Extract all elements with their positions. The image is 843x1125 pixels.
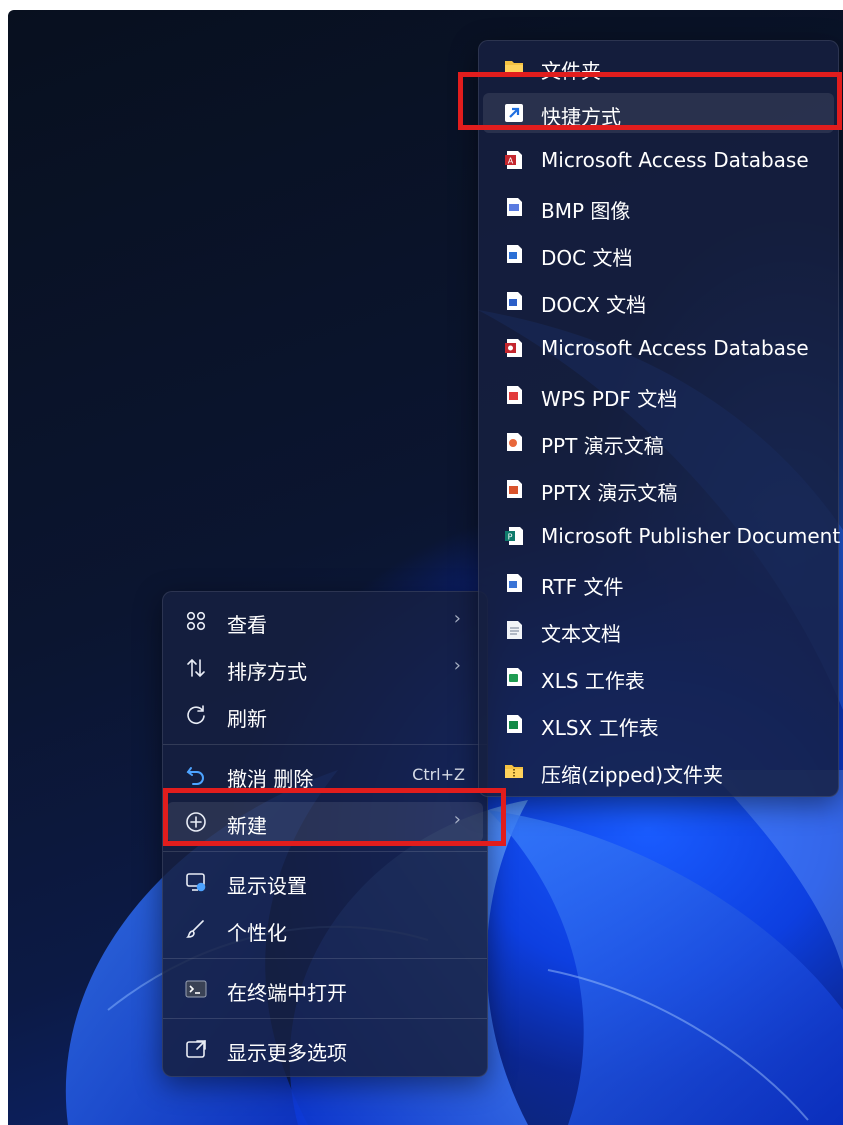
svg-text:P: P <box>508 533 513 542</box>
chevron-right-icon: › <box>453 809 461 830</box>
submenu-item-label: Microsoft Access Database <box>541 148 809 172</box>
menu-item-new[interactable]: 新建 › <box>167 802 483 842</box>
submenu-item-pptx[interactable]: PPTX 演示文稿 <box>483 469 834 509</box>
submenu-item-xls[interactable]: XLS 工作表 <box>483 657 834 697</box>
access-db-icon <box>503 337 525 359</box>
submenu-item-label: 快捷方式 <box>541 105 621 129</box>
submenu-item-publisher[interactable]: P Microsoft Publisher Document <box>483 516 840 556</box>
submenu-item-label: 压缩(zipped)文件夹 <box>541 763 724 787</box>
menu-item-label: 撤消 删除 <box>227 767 314 791</box>
submenu-item-label: RTF 文件 <box>541 575 624 599</box>
submenu-item-doc[interactable]: DOC 文档 <box>483 234 834 274</box>
submenu-item-label: DOC 文档 <box>541 246 633 270</box>
menu-separator <box>163 744 487 745</box>
menu-item-display-settings[interactable]: 显示设置 <box>167 862 483 902</box>
submenu-item-label: Microsoft Access Database <box>541 336 809 360</box>
display-settings-icon <box>185 871 207 893</box>
desktop-context-menu: 查看 › 排序方式 › 刷新 撤消 删除 Ctrl+Z 新建 › 显示设置 个性… <box>162 591 488 1077</box>
grid-view-icon <box>185 610 207 632</box>
menu-separator <box>163 958 487 959</box>
plus-circle-icon <box>185 811 207 833</box>
menu-item-open-in-terminal[interactable]: 在终端中打开 <box>167 969 483 1009</box>
submenu-item-docx[interactable]: DOCX 文档 <box>483 281 834 321</box>
chevron-right-icon: › <box>453 655 461 676</box>
xls-icon <box>503 666 525 688</box>
menu-item-sort-by[interactable]: 排序方式 › <box>167 648 483 688</box>
new-submenu: 文件夹 快捷方式 A Microsoft Access Database BMP… <box>478 40 840 797</box>
submenu-item-wps-pdf[interactable]: WPS PDF 文档 <box>483 375 834 415</box>
submenu-item-access-database[interactable]: A Microsoft Access Database <box>483 140 834 180</box>
menu-item-label: 查看 <box>227 613 267 637</box>
submenu-item-ppt[interactable]: PPT 演示文稿 <box>483 422 834 462</box>
submenu-item-label: PPT 演示文稿 <box>541 434 664 458</box>
more-options-icon <box>185 1038 207 1060</box>
pptx-icon <box>503 478 525 500</box>
bmp-image-icon <box>503 196 525 218</box>
submenu-item-label: BMP 图像 <box>541 199 631 223</box>
text-document-icon <box>503 619 525 641</box>
xlsx-icon <box>503 713 525 735</box>
submenu-item-label: Microsoft Publisher Document <box>541 524 841 548</box>
undo-icon <box>185 764 207 786</box>
submenu-item-label: 文本文档 <box>541 622 621 646</box>
submenu-item-shortcut[interactable]: 快捷方式 <box>483 93 834 133</box>
rtf-icon <box>503 572 525 594</box>
brush-icon <box>185 918 207 940</box>
menu-item-label: 排序方式 <box>227 660 307 684</box>
menu-item-label: 显示更多选项 <box>227 1041 347 1065</box>
pdf-icon <box>503 384 525 406</box>
publisher-icon: P <box>503 525 525 547</box>
submenu-item-bmp-image[interactable]: BMP 图像 <box>483 187 834 227</box>
submenu-item-label: DOCX 文档 <box>541 293 647 317</box>
menu-item-refresh[interactable]: 刷新 <box>167 695 483 735</box>
svg-text:A: A <box>508 157 514 166</box>
menu-item-label: 在终端中打开 <box>227 981 347 1005</box>
submenu-item-rtf[interactable]: RTF 文件 <box>483 563 834 603</box>
refresh-icon <box>185 704 207 726</box>
shortcut-icon <box>503 102 525 124</box>
menu-item-label: 显示设置 <box>227 874 307 898</box>
access-db-icon: A <box>503 149 525 171</box>
submenu-item-access-database-2[interactable]: Microsoft Access Database <box>483 328 834 368</box>
desktop-background[interactable]: 查看 › 排序方式 › 刷新 撤消 删除 Ctrl+Z 新建 › 显示设置 个性… <box>8 10 843 1125</box>
menu-item-label: 新建 <box>227 814 267 838</box>
submenu-item-zip-folder[interactable]: 压缩(zipped)文件夹 <box>483 751 834 791</box>
menu-item-label: 个性化 <box>227 921 287 945</box>
ppt-icon <box>503 431 525 453</box>
submenu-item-label: 文件夹 <box>541 59 601 83</box>
menu-item-show-more-options[interactable]: 显示更多选项 <box>167 1029 483 1069</box>
keyboard-shortcut: Ctrl+Z <box>412 765 465 784</box>
sort-arrows-icon <box>185 657 207 679</box>
menu-item-personalize[interactable]: 个性化 <box>167 909 483 949</box>
submenu-item-label: PPTX 演示文稿 <box>541 481 678 505</box>
submenu-item-folder[interactable]: 文件夹 <box>483 47 834 87</box>
submenu-item-xlsx[interactable]: XLSX 工作表 <box>483 704 834 744</box>
menu-separator <box>163 1018 487 1019</box>
menu-item-undo-delete[interactable]: 撤消 删除 Ctrl+Z <box>167 755 483 795</box>
chevron-right-icon: › <box>453 608 461 629</box>
zip-folder-icon <box>503 760 525 782</box>
docx-icon <box>503 290 525 312</box>
submenu-item-label: WPS PDF 文档 <box>541 387 678 411</box>
folder-icon <box>503 56 525 78</box>
menu-separator <box>163 851 487 852</box>
doc-icon <box>503 243 525 265</box>
submenu-item-label: XLS 工作表 <box>541 669 645 693</box>
submenu-item-label: XLSX 工作表 <box>541 716 659 740</box>
terminal-icon <box>185 978 207 1000</box>
submenu-item-text-document[interactable]: 文本文档 <box>483 610 834 650</box>
menu-item-view[interactable]: 查看 › <box>167 601 483 641</box>
menu-item-label: 刷新 <box>227 707 267 731</box>
